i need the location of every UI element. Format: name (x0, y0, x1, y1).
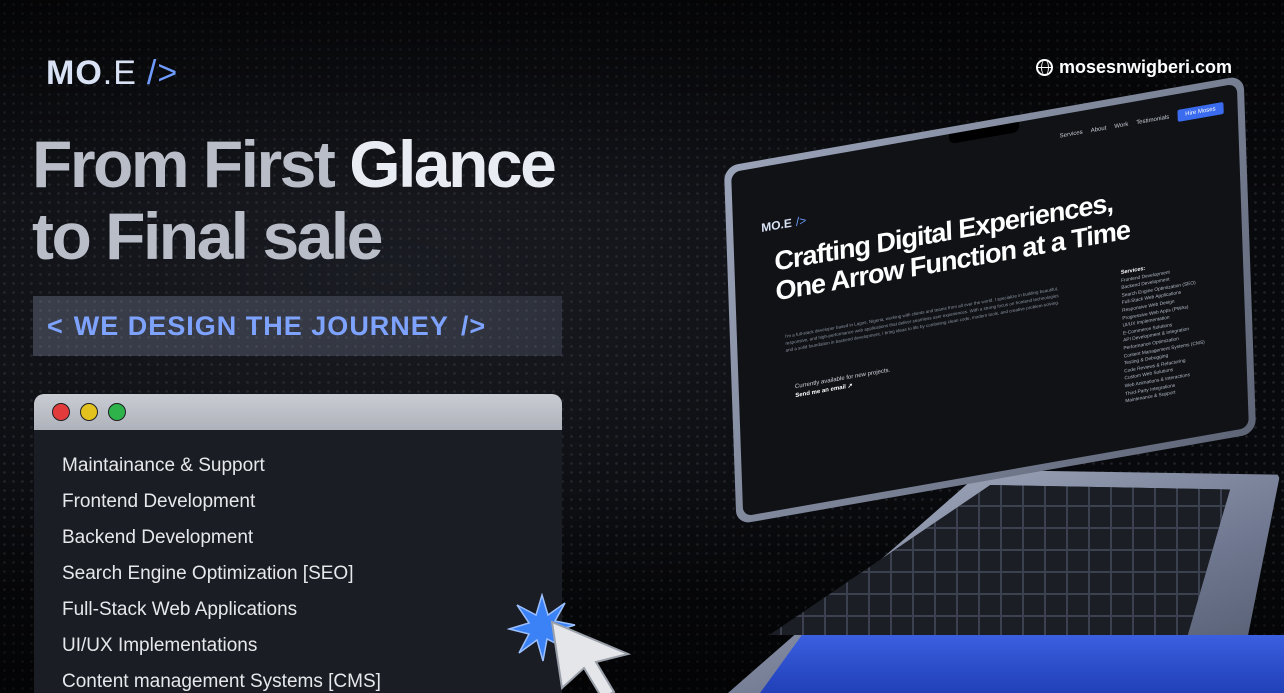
globe-icon (1035, 59, 1053, 76)
window-titlebar (34, 394, 562, 430)
tagline-text: WE DESIGN THE JOURNEY (73, 310, 449, 341)
logo-bold: MO (46, 54, 103, 92)
window-minimize-icon[interactable] (80, 403, 98, 421)
laptop-lid: Services About Work Testimonials Hire Mo… (723, 75, 1257, 525)
services-list-item: Maintainance & Support (62, 455, 265, 476)
site-url-text: mosesnwigberi.com (1058, 57, 1232, 77)
services-list: Maintainance & Support Frontend Developm… (34, 430, 562, 693)
tagline-open-bracket: < (47, 310, 64, 341)
services-list-item: Frontend Development (62, 491, 256, 512)
logo-slash: /> (146, 54, 179, 92)
screen-nav-services[interactable]: Services (1060, 130, 1083, 140)
screen-services: Services: Frontend Development Backend D… (1121, 253, 1222, 406)
laptop-screen: Services About Work Testimonials Hire Mo… (731, 83, 1249, 517)
laptop-mockup: Services About Work Testimonials Hire Mo… (700, 75, 1284, 693)
services-list-item: Full-Stack Web Applications (62, 599, 298, 620)
blue-stand (760, 635, 1284, 693)
headline-line-1-end: Glance (349, 127, 557, 201)
services-list-item: Backend Development (62, 527, 254, 548)
window-maximize-icon[interactable] (108, 403, 126, 421)
screen-nav: Services About Work Testimonials Hire Mo… (1060, 101, 1224, 143)
headline: From First Glance to Final sale (32, 127, 557, 273)
screen-hero-title: Crafting Digital Experiences, One Arrow … (773, 187, 1131, 307)
screen-nav-about[interactable]: About (1091, 125, 1107, 134)
screen-nav-testimonials[interactable]: Testimonials (1136, 114, 1169, 126)
camera-notch (948, 121, 1020, 145)
screen-cta: Currently available for new projects. Se… (795, 367, 891, 402)
window-close-icon[interactable] (52, 403, 70, 421)
site-url-link[interactable]: mosesnwigberi.com (1035, 57, 1232, 78)
services-window: Maintainance & Support Frontend Developm… (34, 394, 562, 693)
screen-hire-button[interactable]: Hire Moses (1177, 101, 1224, 123)
services-list-item: UI/UX Implementations (62, 635, 258, 656)
screen-logo: MO.E/> (761, 213, 806, 235)
screen-logo-slash: /> (795, 213, 807, 229)
headline-line-1-start: From First (32, 127, 350, 201)
screen-logo-text: MO.E (760, 215, 793, 236)
headline-line-1: From First Glance (32, 127, 557, 201)
brand-logo: MO.E/> (46, 54, 178, 93)
screen-nav-work[interactable]: Work (1114, 122, 1128, 130)
services-list-item: Search Engine Optimization [SEO] (62, 563, 354, 584)
headline-line-2: to Final sale (32, 199, 383, 273)
services-list-item: Content management Systems [CMS] (62, 671, 381, 692)
tagline-band: < WE DESIGN THE JOURNEY /> (33, 296, 562, 356)
tagline-close-bracket: /> (460, 310, 487, 341)
mouse-cursor-icon (550, 620, 632, 693)
logo-thin: .E (102, 54, 137, 92)
